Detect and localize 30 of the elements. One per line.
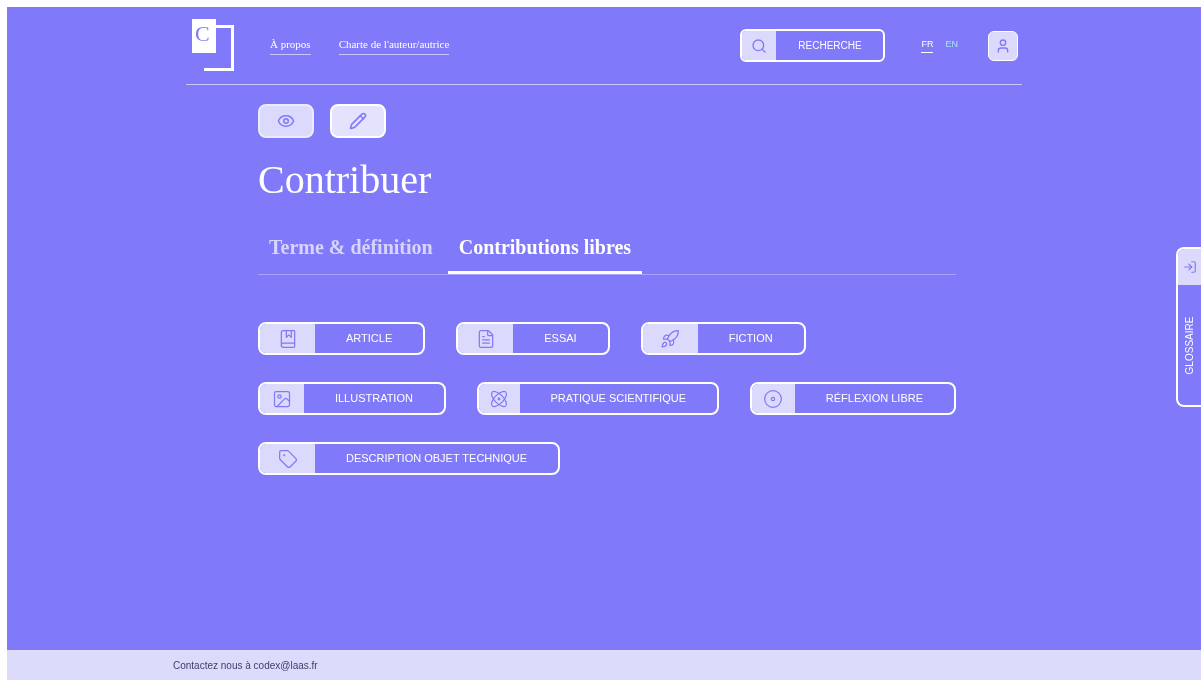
edit-button[interactable] <box>330 104 386 138</box>
contribution-type-button[interactable]: PRATIQUE SCIENTIFIQUE <box>476 382 719 415</box>
tag-icon <box>277 448 298 469</box>
language-link[interactable]: EN <box>945 38 958 53</box>
contribution-type-button[interactable]: ESSAI <box>456 322 610 355</box>
search-button[interactable]: RECHERCHE <box>740 29 886 62</box>
search-icon <box>751 37 768 54</box>
atom-icon <box>489 388 510 409</box>
contribution-type-button[interactable]: ILLUSTRATION <box>258 382 446 415</box>
login-icon <box>1182 260 1197 274</box>
image-icon <box>271 388 292 409</box>
nav-link[interactable]: À propos <box>270 35 311 56</box>
user-button[interactable] <box>988 30 1018 61</box>
language-link[interactable]: FR <box>921 38 934 53</box>
contribution-type-button[interactable]: RÉFLEXION LIBRE <box>750 382 956 415</box>
contribution-type-button[interactable]: DESCRIPTION OBJET TECHNIQUE <box>258 442 561 475</box>
rocket-icon <box>660 328 681 349</box>
pencil-icon <box>349 112 367 130</box>
tab[interactable]: Contributions libres <box>447 232 643 274</box>
tab[interactable]: Terme & définition <box>258 232 444 274</box>
page-title: Contribuer <box>258 156 433 204</box>
eye-icon <box>277 112 295 130</box>
footer-contact-text: Contactez nous à codex@laas.fr <box>173 658 318 673</box>
user-icon <box>995 37 1011 54</box>
contribution-type-button[interactable]: ARTICLE <box>258 322 426 355</box>
view-button[interactable] <box>258 104 314 138</box>
glossary-tab[interactable]: GLOSSAIRE <box>1176 247 1201 407</box>
circle-icon <box>763 388 784 409</box>
contribution-type-button[interactable]: FICTION <box>640 322 806 355</box>
nav-link[interactable]: Charte de l'auteur/autrice <box>338 35 450 56</box>
